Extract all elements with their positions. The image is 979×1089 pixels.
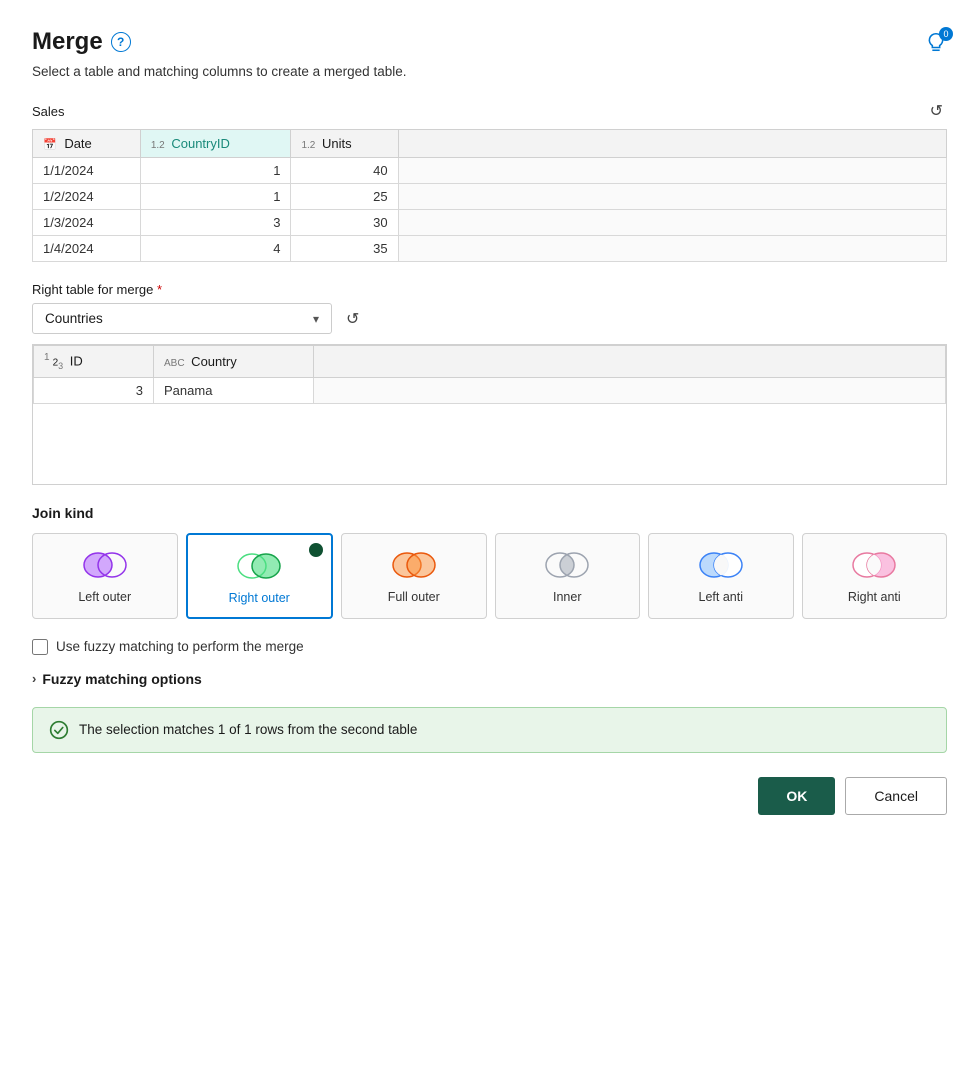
countries-id-1: 3: [34, 377, 154, 403]
ok-button[interactable]: OK: [758, 777, 835, 815]
chevron-right-icon: ›: [32, 671, 36, 686]
join-card-full-outer[interactable]: Full outer: [341, 533, 487, 619]
join-card-right-outer[interactable]: Right outer: [186, 533, 334, 619]
join-inner-label: Inner: [553, 590, 582, 604]
table-row: 1/4/2024 4 35: [33, 236, 947, 262]
join-kind-label: Join kind: [32, 505, 947, 521]
success-message: The selection matches 1 of 1 rows from t…: [79, 722, 417, 737]
fuzzy-options-toggle[interactable]: › Fuzzy matching options: [32, 671, 947, 687]
dropdown-wrapper: Countries ▾ ↺: [32, 303, 947, 334]
sales-col-empty: [398, 130, 946, 158]
sales-units-1: 40: [291, 158, 398, 184]
join-card-inner[interactable]: Inner: [495, 533, 641, 619]
table-row: 1/1/2024 1 40: [33, 158, 947, 184]
page-subtitle: Select a table and matching columns to c…: [32, 64, 947, 79]
sales-empty-1: [398, 158, 946, 184]
fuzzy-options-label: Fuzzy matching options: [42, 671, 201, 687]
sales-refresh-button[interactable]: ↺: [926, 99, 947, 123]
sales-units-4: 35: [291, 236, 398, 262]
fuzzy-section: › Fuzzy matching options: [32, 671, 947, 687]
join-right-outer-label: Right outer: [229, 591, 290, 605]
footer-buttons: OK Cancel: [32, 777, 947, 815]
join-options: Left outer Right outer Full outer Inner: [32, 533, 947, 619]
success-banner: The selection matches 1 of 1 rows from t…: [32, 707, 947, 753]
sales-col-date[interactable]: 📅 Date: [33, 130, 141, 158]
venn-left-anti: [697, 550, 745, 580]
sales-countryid-2: 1: [140, 184, 291, 210]
venn-inner: [543, 550, 591, 580]
dropdown-selected-value: Countries: [45, 311, 103, 326]
venn-full-outer: [390, 550, 438, 580]
sales-col-countryid[interactable]: 1.2 CountryID: [140, 130, 291, 158]
venn-left-outer: [81, 550, 129, 580]
sales-col-units[interactable]: 1.2 Units: [291, 130, 398, 158]
table-row: 1/3/2024 3 30: [33, 210, 947, 236]
countries-col-empty: [314, 346, 946, 378]
right-table-dropdown[interactable]: Countries ▾: [32, 303, 332, 334]
sales-countryid-3: 3: [140, 210, 291, 236]
title-area: Merge ?: [32, 28, 131, 56]
bulb-badge: 0: [939, 27, 953, 41]
bulb-icon-wrapper[interactable]: 0: [925, 31, 947, 53]
countries-table-section: 123 ID ABC Country 3 Panama: [32, 344, 947, 485]
join-full-outer-label: Full outer: [388, 590, 440, 604]
join-card-left-anti[interactable]: Left anti: [648, 533, 794, 619]
header-row: Merge ? 0: [32, 28, 947, 56]
venn-right-outer: [235, 551, 283, 581]
sales-countryid-1: 1: [140, 158, 291, 184]
calendar-icon: 📅: [43, 139, 57, 151]
success-check-icon: [49, 720, 69, 740]
fuzzy-checkbox-row: Use fuzzy matching to perform the merge: [32, 639, 947, 655]
countries-empty-1: [314, 377, 946, 403]
join-right-anti-label: Right anti: [848, 590, 901, 604]
help-icon[interactable]: ?: [111, 32, 131, 52]
chevron-down-icon: ▾: [313, 312, 319, 326]
join-card-right-anti[interactable]: Right anti: [802, 533, 948, 619]
join-left-anti-label: Left anti: [699, 590, 743, 604]
sales-units-2: 25: [291, 184, 398, 210]
countries-table: 123 ID ABC Country 3 Panama: [33, 345, 946, 404]
countries-empty-area: [33, 404, 946, 484]
sales-date-3: 1/3/2024: [33, 210, 141, 236]
page-title: Merge: [32, 28, 103, 56]
sales-empty-2: [398, 184, 946, 210]
sales-date-4: 1/4/2024: [33, 236, 141, 262]
countries-refresh-button[interactable]: ↺: [342, 307, 363, 331]
fuzzy-checkbox-label[interactable]: Use fuzzy matching to perform the merge: [56, 639, 304, 654]
countries-col-id[interactable]: 123 ID: [34, 346, 154, 378]
join-left-outer-label: Left outer: [78, 590, 131, 604]
selected-dot-right-outer: [309, 543, 323, 557]
sales-countryid-4: 4: [140, 236, 291, 262]
sales-empty-4: [398, 236, 946, 262]
countries-col-country[interactable]: ABC Country: [154, 346, 314, 378]
sales-table: 📅 Date 1.2 CountryID 1.2 Units 1/1/2024 …: [32, 129, 947, 262]
table-row: 3 Panama: [34, 377, 946, 403]
fuzzy-checkbox[interactable]: [32, 639, 48, 655]
table-row: 1/2/2024 1 25: [33, 184, 947, 210]
sales-date-1: 1/1/2024: [33, 158, 141, 184]
sales-section-label: Sales ↺: [32, 99, 947, 123]
cancel-button[interactable]: Cancel: [845, 777, 947, 815]
sales-units-3: 30: [291, 210, 398, 236]
right-table-field-label: Right table for merge *: [32, 282, 947, 297]
countries-country-1: Panama: [154, 377, 314, 403]
sales-date-2: 1/2/2024: [33, 184, 141, 210]
join-card-left-outer[interactable]: Left outer: [32, 533, 178, 619]
venn-right-anti: [850, 550, 898, 580]
sales-empty-3: [398, 210, 946, 236]
